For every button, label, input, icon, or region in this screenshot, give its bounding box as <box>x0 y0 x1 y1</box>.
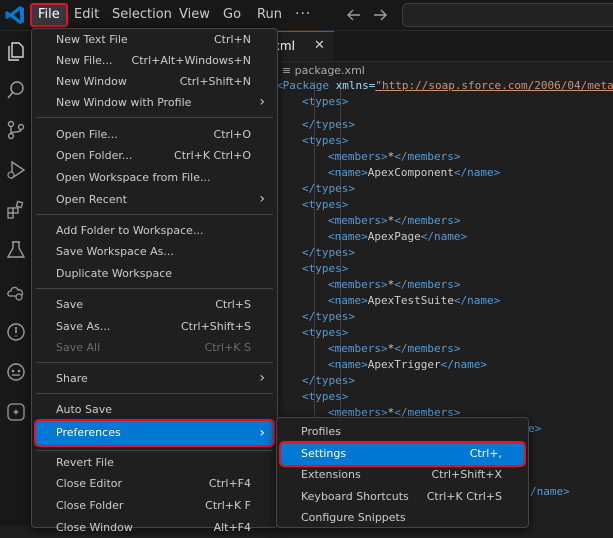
menu-item-share[interactable]: Share › <box>36 368 273 389</box>
menu-item-profiles[interactable]: Profiles <box>281 421 524 442</box>
gemini-icon[interactable] <box>5 401 27 423</box>
menu-separator <box>36 450 273 451</box>
code-line: <members>*</members> <box>328 214 461 227</box>
title-bar: File Edit Selection View Go Run ··· <box>0 0 613 31</box>
code-line: <Package xmlns="http://soap.sforce.com/2… <box>276 79 613 92</box>
menu-item-close-folder[interactable]: Close Folder Ctrl+K F <box>36 495 273 516</box>
menu-separator <box>36 288 273 289</box>
code-line: <types> <box>302 262 349 275</box>
file-icon: ≡ <box>281 64 292 77</box>
menu-item-close-editor[interactable]: Close Editor Ctrl+F4 <box>36 473 273 494</box>
menu-item-open-recent[interactable]: Open Recent › <box>36 189 273 210</box>
menu-item-open-folder[interactable]: Open Folder... Ctrl+K Ctrl+O <box>36 145 273 166</box>
code-line: <types> <box>302 326 349 339</box>
problems-icon[interactable] <box>5 321 27 343</box>
menu-item-new-file[interactable]: New File... Ctrl+Alt+Windows+N <box>36 50 273 71</box>
explorer-icon[interactable] <box>5 40 27 62</box>
menu-go[interactable]: Go <box>216 4 248 26</box>
extensions-icon[interactable] <box>5 199 27 221</box>
close-icon[interactable]: ✕ <box>314 38 325 53</box>
code-line: <members>*</members> <box>328 278 461 291</box>
menu-view[interactable]: View <box>172 4 217 26</box>
code-line: <name>ApexTestSuite</name> <box>328 294 501 307</box>
menu-edit[interactable]: Edit <box>67 4 106 26</box>
command-center-search[interactable] <box>402 3 613 27</box>
copilot-icon[interactable] <box>5 361 27 383</box>
code-line: <types> <box>302 198 349 211</box>
code-line: </types> <box>302 246 355 259</box>
activity-bar <box>0 31 34 526</box>
menu-item-close-window[interactable]: Close Window Alt+F4 <box>36 517 273 538</box>
menu-item-new-window[interactable]: New Window Ctrl+Shift+N <box>36 71 273 92</box>
menu-selection[interactable]: Selection <box>105 4 179 26</box>
file-menu: New Text File Ctrl+N New File... Ctrl+Alt+… <box>31 28 278 534</box>
menu-item-add-folder[interactable]: Add Folder to Workspace... <box>36 220 273 241</box>
code-line: </types> <box>302 310 355 323</box>
preferences-submenu: Profiles Settings Ctrl+, Extensions Ctrl+S… <box>276 417 529 528</box>
menu-item-preferences[interactable]: Preferences › <box>34 419 275 447</box>
remote-explorer-icon[interactable] <box>5 281 27 303</box>
menu-item-configure-snippets[interactable]: Configure Snippets <box>281 507 524 528</box>
menu-item-save-workspace-as[interactable]: Save Workspace As... <box>36 241 273 262</box>
menu-item-open-workspace[interactable]: Open Workspace from File... <box>36 167 273 188</box>
menu-item-save[interactable]: Save Ctrl+S <box>36 294 273 315</box>
breadcrumb-file[interactable]: package.xml <box>295 64 365 77</box>
code-line: <members>*</members> <box>328 342 461 355</box>
code-line: <types> <box>302 134 349 147</box>
menu-separator <box>36 362 273 363</box>
menu-item-settings[interactable]: Settings Ctrl+, <box>279 441 526 467</box>
code-line: <types> <box>302 95 349 108</box>
code-line: </types> <box>302 374 355 387</box>
code-line: </types> <box>302 118 355 131</box>
chevron-right-icon: › <box>259 94 265 110</box>
menu-separator <box>36 117 273 118</box>
menu-separator <box>36 214 273 215</box>
chevron-right-icon: › <box>259 191 265 207</box>
code-line: e> <box>528 422 542 435</box>
menu-item-extensions[interactable]: Extensions Ctrl+Shift+X <box>281 464 524 485</box>
menu-item-save-all: Save All Ctrl+K S <box>56 341 251 354</box>
menu-item-new-text-file[interactable]: New Text File Ctrl+N <box>36 29 273 50</box>
menu-item-duplicate-workspace[interactable]: Duplicate Workspace <box>36 263 273 284</box>
menu-item-new-window-with-profile[interactable]: New Window with Profile › <box>36 92 273 113</box>
code-line: <members>*</members> <box>328 150 461 163</box>
menu-item-save-as[interactable]: Save As... Ctrl+Shift+S <box>36 316 273 337</box>
chevron-right-icon: › <box>259 425 265 441</box>
menu-item-auto-save[interactable]: Auto Save <box>36 399 273 420</box>
code-line: <name>ApexPage</name> <box>328 230 468 243</box>
forward-arrow-icon[interactable] <box>371 6 389 24</box>
more-menu-button[interactable]: ··· <box>295 4 311 26</box>
code-line: <name>ApexTrigger</name> <box>328 358 487 371</box>
vscode-logo-icon[interactable] <box>4 4 26 26</box>
menu-run[interactable]: Run <box>250 4 289 26</box>
code-line: <types> <box>302 390 349 403</box>
code-line: </types> <box>302 182 355 195</box>
menu-item-revert-file[interactable]: Revert File <box>36 452 273 473</box>
search-icon[interactable] <box>5 79 27 101</box>
menu-separator <box>36 393 273 394</box>
source-control-icon[interactable] <box>5 119 27 141</box>
run-debug-icon[interactable] <box>5 159 27 181</box>
testing-icon[interactable] <box>5 239 27 261</box>
menu-file[interactable]: File <box>30 3 68 27</box>
menu-item-open-file[interactable]: Open File... Ctrl+O <box>36 124 273 145</box>
code-line: <name>ApexComponent</name> <box>328 166 501 179</box>
code-line: /name> <box>530 485 570 498</box>
menu-item-keyboard-shortcuts[interactable]: Keyboard Shortcuts Ctrl+K Ctrl+S <box>281 486 524 507</box>
back-arrow-icon[interactable] <box>345 6 363 24</box>
chevron-right-icon: › <box>259 370 265 386</box>
